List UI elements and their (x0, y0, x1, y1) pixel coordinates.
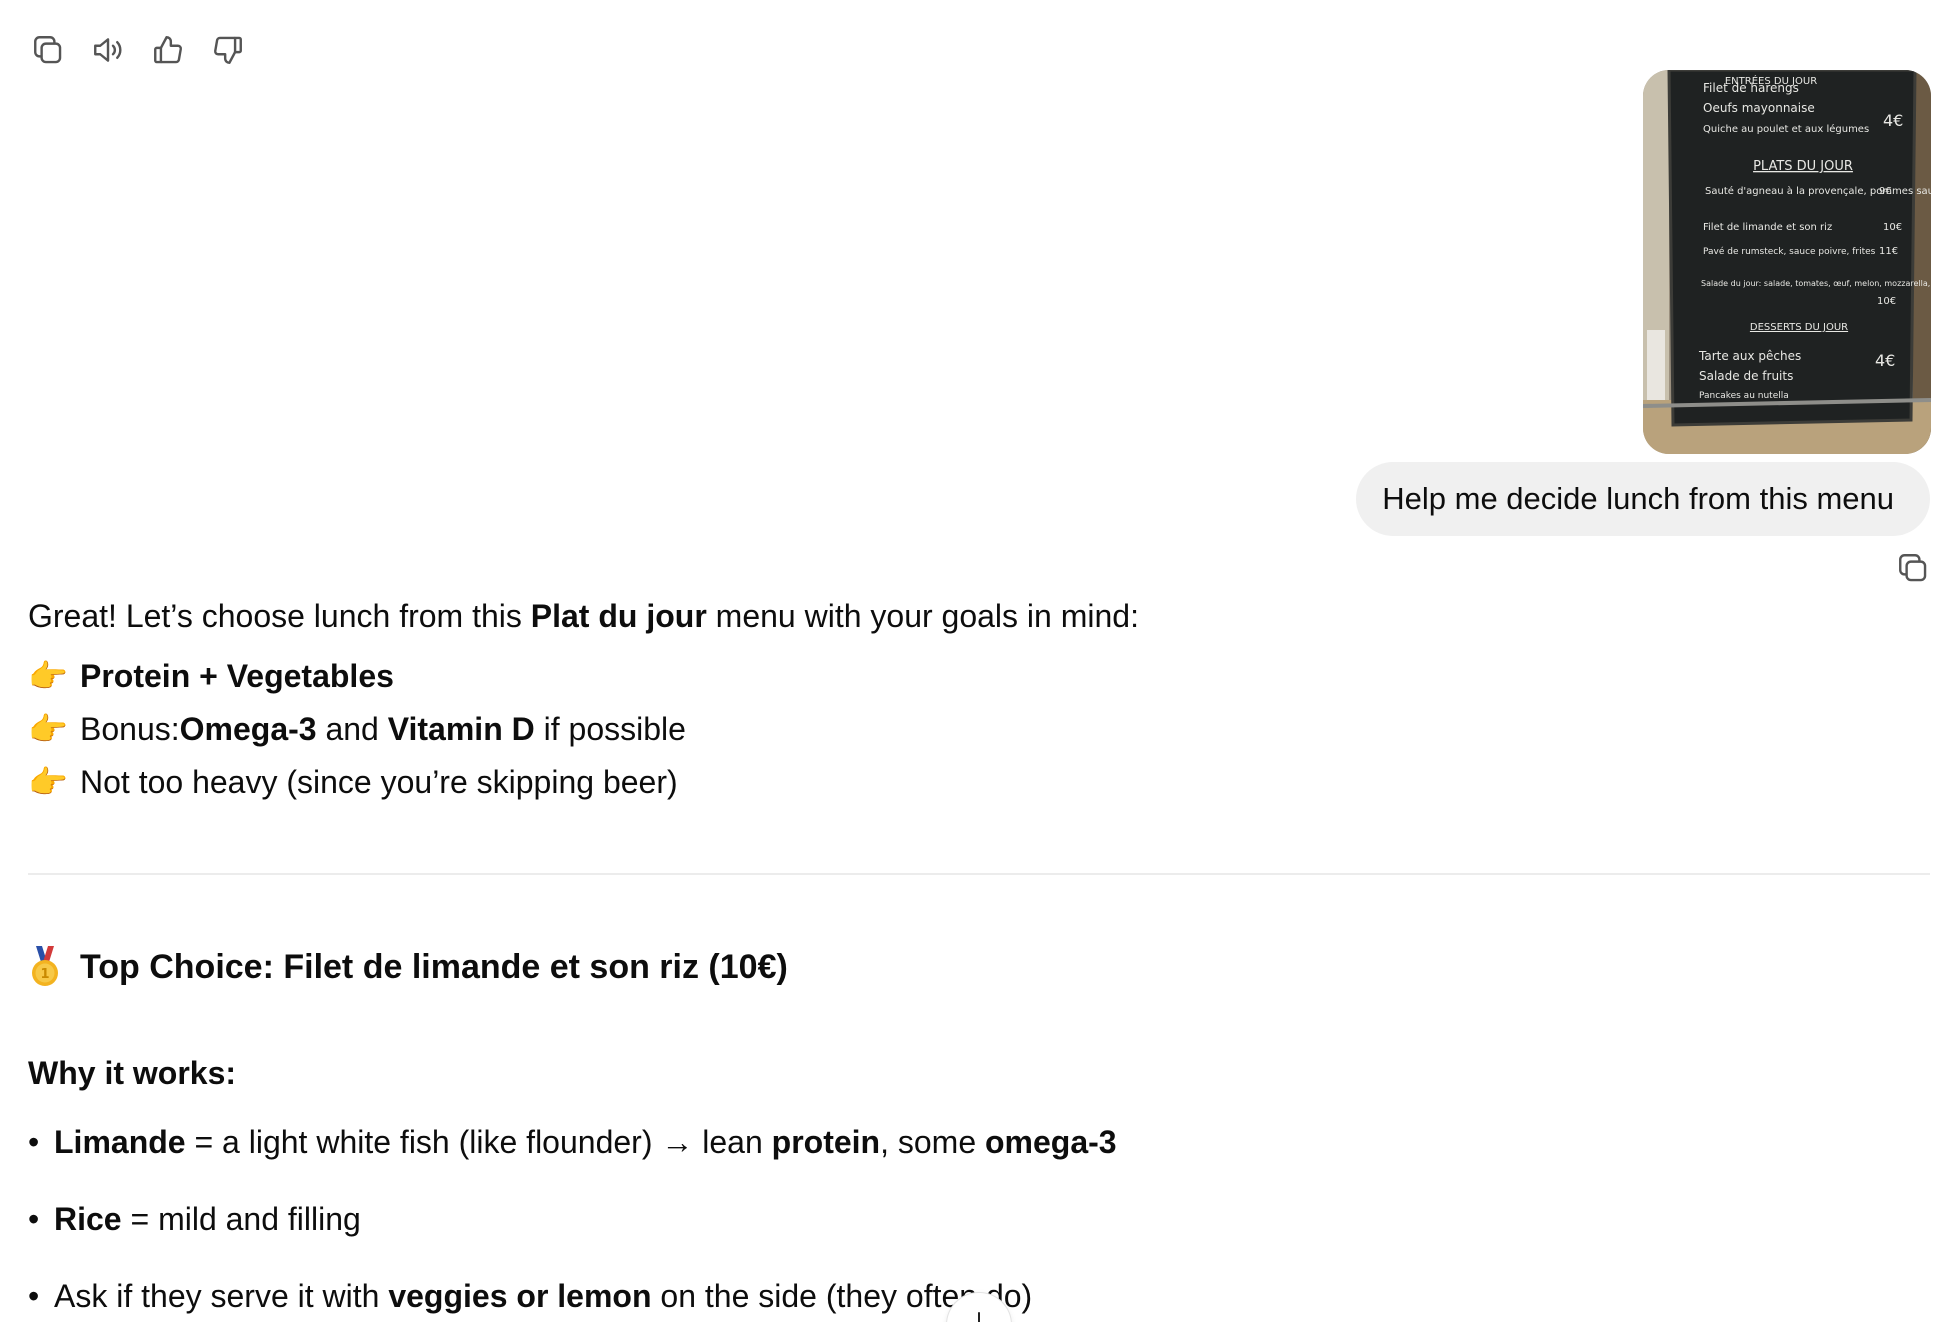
user-message-bubble: Help me decide lunch from this menu (1356, 462, 1930, 536)
menu-dessert-1: Tarte aux pêches (1698, 349, 1801, 363)
copy-icon[interactable] (1893, 548, 1933, 588)
menu-plat-3-price: 11€ (1879, 246, 1898, 257)
svg-text:1: 1 (40, 967, 49, 982)
goal-item: 👉 Protein + Vegetables (28, 650, 1928, 703)
thumbs-down-icon[interactable] (208, 30, 248, 70)
top-choice-heading: 1 Top Choice: Filet de limande et son ri… (28, 937, 1928, 997)
menu-dessert-3: Pancakes au nutella (1699, 391, 1789, 401)
speaker-icon[interactable] (88, 30, 128, 70)
menu-plat-2-price: 10€ (1883, 222, 1902, 233)
menu-desserts-title: DESSERTS DU JOUR (1750, 322, 1848, 333)
menu-desserts-price: 4€ (1875, 351, 1895, 370)
pointing-hand-icon: 👉 (28, 764, 68, 800)
menu-plat-3: Pavé de rumsteck, sauce poivre, frites (1703, 246, 1876, 257)
copy-icon[interactable] (28, 30, 68, 70)
pointing-hand-icon: 👉 (28, 658, 68, 694)
intro-text: Great! Let’s choose lunch from this Plat… (28, 598, 1139, 634)
goal-item: 👉 ​Bonus: Omega-3 and Vitamin D if possi… (28, 703, 1928, 756)
why-heading: Why it works: (28, 1055, 237, 1091)
menu-plat-4: Salade du jour: salade, tomates, œuf, me… (1701, 279, 1931, 288)
menu-entree-2: Oeufs mayonnaise (1703, 101, 1815, 115)
arrow-down-icon (978, 1312, 980, 1322)
menu-plat-1-price: 9€ (1879, 186, 1892, 197)
reasons-list: • Limande = a light white fish (like flo… (28, 1115, 1928, 1322)
menu-entree-3: Quiche au poulet et aux légumes (1703, 123, 1869, 135)
goal-item: 👉 Not too heavy (since you’re skipping b… (28, 756, 1928, 809)
message-actions (28, 30, 248, 70)
menu-entrees-price: 4€ (1883, 111, 1903, 130)
menu-entree-1: Filet de harengs (1703, 81, 1799, 95)
menu-plat-1: Sauté d'agneau à la provençale, pommes s… (1705, 185, 1931, 197)
assistant-message: Great! Let’s choose lunch from this Plat… (28, 598, 1930, 1322)
pointing-hand-icon: 👉 (28, 711, 68, 747)
medal-icon: 1 (28, 946, 80, 988)
list-item: • Limande = a light white fish (like flo… (28, 1124, 1117, 1160)
menu-plat-4-price: 10€ (1877, 296, 1896, 307)
menu-dessert-2: Salade de fruits (1699, 369, 1793, 383)
thumbs-up-icon[interactable] (148, 30, 188, 70)
user-message-text: Help me decide lunch from this menu (1382, 481, 1894, 516)
menu-plat-2: Filet de limande et son riz (1703, 222, 1832, 233)
list-item: • Rice = mild and filling (28, 1201, 361, 1237)
menu-plats-title: PLATS DU JOUR (1753, 159, 1853, 174)
chat-page: ENTRÉES DU JOUR Filet de harengs Oeufs m… (0, 0, 1948, 1322)
divider (28, 873, 1930, 875)
menu-photo[interactable]: ENTRÉES DU JOUR Filet de harengs Oeufs m… (1643, 70, 1931, 454)
